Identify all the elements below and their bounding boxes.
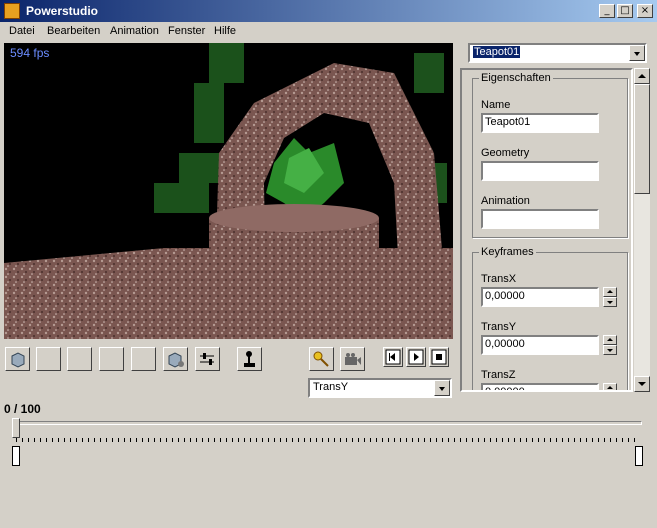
camera-icon	[345, 353, 361, 365]
scene-render	[4, 43, 453, 339]
title-bar: Powerstudio _ □ ×	[0, 0, 657, 22]
timeline-track[interactable]	[14, 421, 642, 425]
menu-bearbeiten[interactable]: Bearbeiten	[47, 25, 100, 37]
menu-datei[interactable]: Datei	[9, 25, 35, 37]
keyframes-group: Keyframes TransX 0,00000 TransY 0,00000 …	[472, 246, 628, 390]
transy-label: TransY	[481, 321, 517, 333]
transy-field[interactable]: 0,00000	[481, 335, 599, 355]
timeline-thumb[interactable]	[12, 418, 20, 438]
menu-hilfe[interactable]: Hilfe	[214, 25, 236, 37]
group-title-eigenschaften: Eigenschaften	[479, 72, 553, 84]
camera-button[interactable]	[340, 347, 365, 371]
stop-icon	[431, 349, 447, 365]
geometry-label: Geometry	[481, 147, 530, 159]
tool-button-4[interactable]	[99, 347, 124, 371]
track-select[interactable]: TransY	[308, 378, 452, 398]
key-icon	[313, 351, 329, 367]
tool-button-3[interactable]	[67, 347, 92, 371]
transx-label: TransX	[481, 273, 517, 285]
tool-button-5[interactable]	[131, 347, 156, 371]
range-end-marker[interactable]	[635, 446, 643, 466]
play-icon	[408, 349, 424, 365]
menu-fenster[interactable]: Fenster	[168, 25, 205, 37]
spin-up-icon[interactable]	[603, 335, 617, 345]
step-back-button[interactable]	[383, 347, 403, 367]
object-properties-button[interactable]	[163, 347, 188, 371]
properties-scrollbar[interactable]	[634, 68, 650, 392]
app-icon	[4, 3, 20, 19]
name-field[interactable]: Teapot01	[481, 113, 599, 133]
minimize-button[interactable]: _	[599, 4, 615, 18]
maximize-button[interactable]: □	[617, 4, 633, 18]
animation-label: Animation	[481, 195, 530, 207]
object-select-value: Teapot01	[473, 46, 521, 58]
range-start-marker[interactable]	[12, 446, 20, 466]
stop-button[interactable]	[429, 347, 449, 367]
scroll-thumb[interactable]	[634, 84, 650, 194]
group-title-keyframes: Keyframes	[479, 246, 536, 258]
transx-stepper[interactable]	[603, 287, 617, 307]
key-button[interactable]	[309, 347, 334, 371]
eigenschaften-group: Eigenschaften Name Teapot01 Geometry Ani…	[472, 72, 628, 238]
timeline-ticks	[16, 438, 640, 442]
spin-down-icon[interactable]	[603, 345, 617, 355]
object-select[interactable]: Teapot01	[468, 43, 647, 63]
joystick-button[interactable]	[237, 347, 262, 371]
chevron-down-icon[interactable]	[629, 45, 645, 61]
chevron-down-icon[interactable]	[434, 380, 450, 396]
cube-button[interactable]	[5, 347, 30, 371]
animation-field[interactable]	[481, 209, 599, 229]
tool-button-2[interactable]	[36, 347, 61, 371]
frame-counter: 0 / 100	[4, 402, 41, 416]
transz-field[interactable]: 0,00000	[481, 383, 599, 390]
step-back-icon	[385, 349, 401, 365]
menu-bar: Datei Bearbeiten Animation Fenster Hilfe	[0, 22, 657, 41]
transx-field[interactable]: 0,00000	[481, 287, 599, 307]
arrow-up-icon	[638, 74, 646, 78]
close-button[interactable]: ×	[637, 4, 653, 18]
play-button[interactable]	[406, 347, 426, 367]
transz-stepper[interactable]	[603, 383, 617, 390]
scroll-up-button[interactable]	[634, 68, 650, 84]
spin-down-icon[interactable]	[603, 297, 617, 307]
spin-up-icon[interactable]	[603, 383, 617, 390]
arrow-down-icon	[638, 382, 646, 386]
fps-counter: 594 fps	[10, 46, 50, 60]
cube-icon	[11, 352, 25, 368]
cube-settings-icon	[168, 352, 184, 368]
transy-stepper[interactable]	[603, 335, 617, 355]
window-title: Powerstudio	[26, 4, 99, 18]
scroll-down-button[interactable]	[634, 376, 650, 392]
properties-panel: Eigenschaften Name Teapot01 Geometry Ani…	[460, 68, 633, 392]
track-select-value: TransY	[313, 381, 349, 393]
geometry-field[interactable]	[481, 161, 599, 181]
sliders-button[interactable]	[195, 347, 220, 371]
joystick-icon	[244, 351, 255, 367]
3d-viewport[interactable]: 594 fps	[4, 43, 453, 339]
spin-up-icon[interactable]	[603, 287, 617, 297]
sliders-icon	[200, 353, 214, 365]
name-label: Name	[481, 99, 511, 111]
menu-animation[interactable]: Animation	[110, 25, 159, 37]
transz-label: TransZ	[481, 369, 516, 381]
